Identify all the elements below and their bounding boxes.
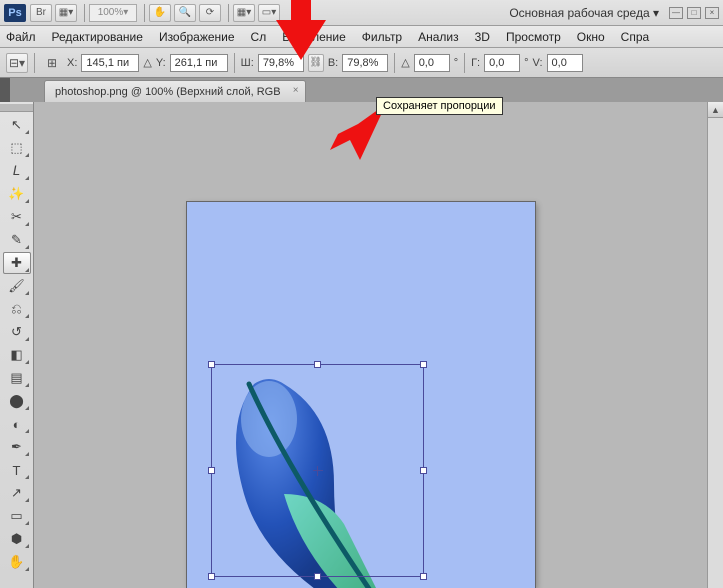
lasso-tool[interactable]: 𝘓 [3, 160, 31, 182]
close-button[interactable]: × [705, 7, 719, 19]
toolbox-handle[interactable] [0, 104, 33, 112]
options-bar: ⊟▾ ⊞ X: 145,1 пи △ Y: 261,1 пи Ш: 79,8% … [0, 48, 723, 78]
rotate-view-icon[interactable]: ⟳ [199, 4, 221, 22]
transform-handle-bm[interactable] [314, 573, 321, 580]
reference-point-icon[interactable]: ⊞ [41, 53, 63, 73]
h-label: В: [328, 57, 338, 69]
move-tool[interactable]: ↖ [3, 114, 31, 136]
menu-edit[interactable]: Редактирование [52, 30, 143, 44]
transform-handle-mr[interactable] [420, 467, 427, 474]
shape-tool[interactable]: ▭ [3, 505, 31, 527]
hand-icon[interactable]: ✋ [149, 4, 171, 22]
vskew-deg: ° [524, 57, 528, 69]
history-brush-tool[interactable]: ↺ [3, 321, 31, 343]
minimize-button[interactable]: — [669, 7, 683, 19]
magic-wand-tool[interactable]: ✨ [3, 183, 31, 205]
hskew-field[interactable]: 0,0 [484, 54, 520, 72]
transform-bounding-box[interactable] [211, 364, 424, 577]
hand-tool[interactable]: ✋ [3, 551, 31, 573]
arrange-docs-icon[interactable]: ▦▾ [233, 4, 255, 22]
angle-field[interactable]: 0,0 [414, 54, 450, 72]
toolbox: ↖⬚𝘓✨✂✎✚🖌⎌↺◧▤⬤◐✒T↗▭⬢✋ [0, 102, 34, 588]
transform-icon[interactable]: ⊟▾ [6, 53, 28, 73]
transform-handle-ml[interactable] [208, 467, 215, 474]
scroll-up-icon[interactable]: ▲ [708, 102, 723, 118]
document-tab-title: photoshop.png @ 100% (Верхний слой, RGB [55, 86, 281, 98]
angle-icon: △ [401, 56, 409, 69]
eraser-tool[interactable]: ◧ [3, 344, 31, 366]
x-label: X: [67, 57, 77, 69]
menu-image[interactable]: Изображение [159, 30, 235, 44]
deg-label: ° [454, 57, 458, 69]
clone-stamp-tool[interactable]: ⎌ [3, 298, 31, 320]
marquee-tool[interactable]: ⬚ [3, 137, 31, 159]
menu-bar: Файл Редактирование Изображение Сл Выдел… [0, 26, 723, 48]
workspace-switcher[interactable]: Основная рабочая среда ▾ — □ × [509, 6, 719, 20]
hskew-label: Г: [471, 57, 480, 69]
transform-handle-bl[interactable] [208, 573, 215, 580]
vskew-label: V: [533, 57, 543, 69]
x-field[interactable]: 145,1 пи [81, 54, 139, 72]
pen-tool[interactable]: ✒ [3, 436, 31, 458]
y-field[interactable]: 261,1 пи [170, 54, 228, 72]
menu-window[interactable]: Окно [577, 30, 605, 44]
menu-layer[interactable]: Сл [251, 30, 267, 44]
menu-view[interactable]: Просмотр [506, 30, 561, 44]
blur-tool[interactable]: ⬤ [3, 390, 31, 412]
transform-handle-tm[interactable] [314, 361, 321, 368]
transform-center[interactable] [313, 466, 323, 476]
vskew-field[interactable]: 0,0 [547, 54, 583, 72]
app-badge: Ps [4, 4, 26, 22]
transform-handle-tl[interactable] [208, 361, 215, 368]
work-area: ↖⬚𝘓✨✂✎✚🖌⎌↺◧▤⬤◐✒T↗▭⬢✋ [0, 102, 723, 588]
mini-bridge-button[interactable]: ▦▾ [55, 4, 77, 22]
document-tab[interactable]: photoshop.png @ 100% (Верхний слой, RGB … [44, 80, 306, 102]
menu-analysis[interactable]: Анализ [418, 30, 459, 44]
eyedropper-tool[interactable]: ✎ [3, 229, 31, 251]
type-tool[interactable]: T [3, 459, 31, 481]
bridge-button[interactable]: Br [30, 4, 52, 22]
crop-tool[interactable]: ✂ [3, 206, 31, 228]
menu-filter[interactable]: Фильтр [362, 30, 402, 44]
w-label: Ш: [241, 57, 254, 69]
menu-3d[interactable]: 3D [475, 30, 490, 44]
healing-brush-tool[interactable]: ✚ [3, 252, 31, 274]
title-bar: Ps Br ▦▾ 100% ▾ ✋ 🔍 ⟳ ▦▾ ▭▾ Основная раб… [0, 0, 723, 26]
brush-tool[interactable]: 🖌 [3, 275, 31, 297]
y-label: Y: [156, 57, 166, 69]
transform-handle-tr[interactable] [420, 361, 427, 368]
canvas-area[interactable]: ▲ [34, 102, 723, 588]
tabbar-handle[interactable] [0, 78, 10, 102]
dodge-tool[interactable]: ◐ [3, 413, 31, 435]
tab-close-icon[interactable]: × [293, 85, 299, 96]
annotation-arrow-top [276, 0, 326, 60]
transform-handle-br[interactable] [420, 573, 427, 580]
zoom-icon[interactable]: 🔍 [174, 4, 196, 22]
gradient-tool[interactable]: ▤ [3, 367, 31, 389]
menu-file[interactable]: Файл [6, 30, 36, 44]
vertical-scrollbar[interactable]: ▲ [707, 102, 723, 588]
zoom-level[interactable]: 100% ▾ [89, 4, 137, 22]
delta-icon[interactable]: △ [143, 56, 151, 69]
maximize-button[interactable]: □ [687, 7, 701, 19]
path-select-tool[interactable]: ↗ [3, 482, 31, 504]
h-field[interactable]: 79,8% [342, 54, 388, 72]
3d-tool[interactable]: ⬢ [3, 528, 31, 550]
tooltip: Сохраняет пропорции [376, 97, 503, 115]
document-tabs: photoshop.png @ 100% (Верхний слой, RGB … [0, 78, 723, 102]
menu-help[interactable]: Спра [621, 30, 650, 44]
